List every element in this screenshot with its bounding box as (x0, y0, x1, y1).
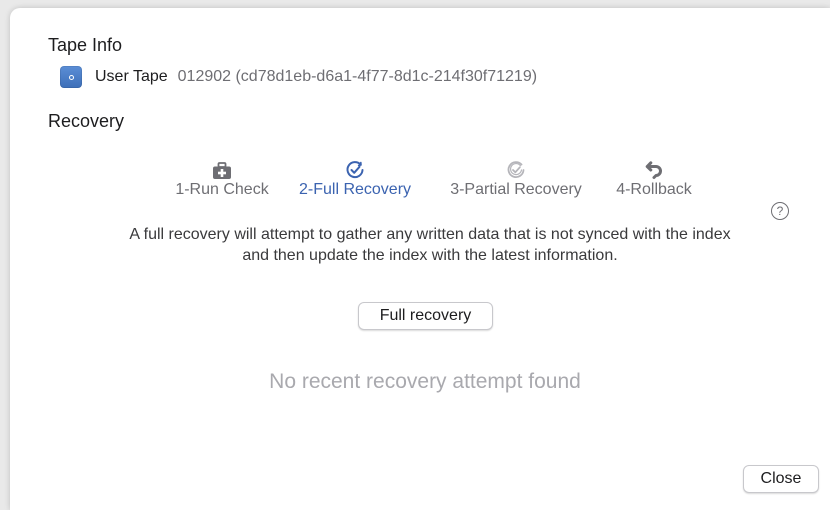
recovery-heading: Recovery (48, 111, 125, 131)
tape-icon (60, 66, 82, 88)
step-full-recovery[interactable]: 2-Full Recovery (284, 156, 426, 199)
recovery-steps: 1-Run Check 2-Full Recovery 3-Partial Re… (160, 156, 700, 202)
first-aid-kit-icon (213, 162, 231, 179)
step-label: 2-Full Recovery (298, 181, 412, 198)
partial-check-circle-icon (507, 161, 525, 178)
step-label: 1-Run Check (175, 181, 269, 198)
tape-name: User Tape (95, 68, 168, 85)
step-label: 4-Rollback (616, 181, 692, 198)
rollback-arrow-icon (645, 161, 662, 179)
help-icon[interactable]: ? (771, 202, 789, 220)
check-circle-icon (346, 161, 364, 179)
recovery-description: A full recovery will attempt to gather a… (50, 224, 810, 266)
tape-row: User Tape 012902 (cd78d1eb-d6a1-4f77-8d1… (60, 64, 537, 90)
step-run-check[interactable]: 1-Run Check (160, 156, 284, 199)
tape-id: 012902 (cd78d1eb-d6a1-4f77-8d1c-214f30f7… (177, 68, 538, 85)
close-button[interactable]: Close (743, 465, 819, 493)
full-recovery-button[interactable]: Full recovery (358, 302, 493, 330)
description-line-2: and then update the index with the lates… (242, 247, 618, 264)
tape-info-heading: Tape Info (48, 35, 123, 55)
step-partial-recovery[interactable]: 3-Partial Recovery (436, 156, 596, 199)
step-label: 3-Partial Recovery (450, 181, 582, 198)
step-rollback[interactable]: 4-Rollback (604, 156, 704, 199)
recovery-sheet: Tape Info User Tape 012902 (cd78d1eb-d6a… (10, 8, 830, 510)
description-line-1: A full recovery will attempt to gather a… (129, 226, 731, 243)
recovery-status-text: No recent recovery attempt found (269, 370, 581, 393)
